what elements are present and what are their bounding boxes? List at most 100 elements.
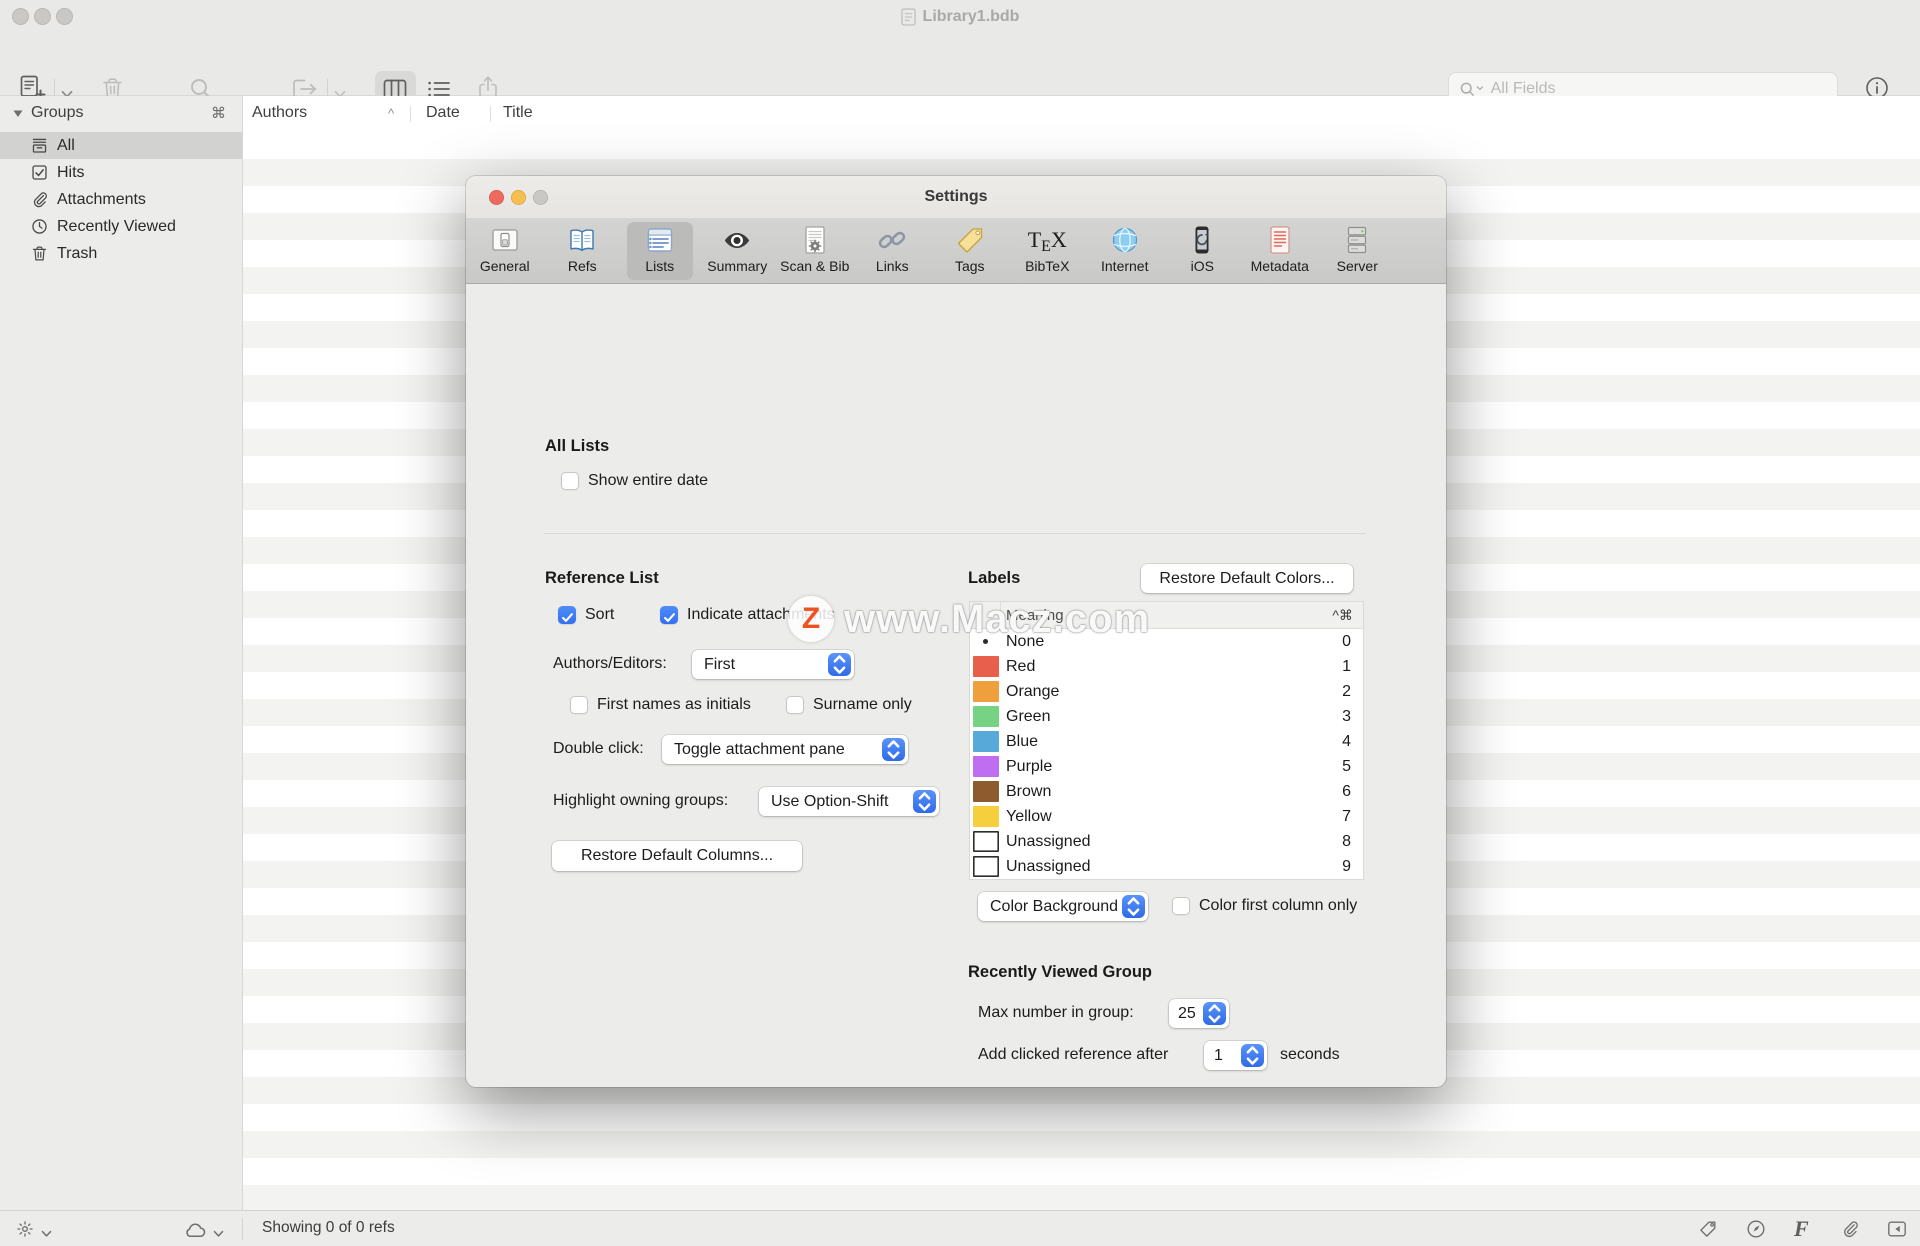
first-names-initials-checkbox[interactable]: [570, 696, 588, 714]
tab-summary[interactable]: Summary: [699, 218, 777, 284]
label-value: 5: [1342, 758, 1351, 776]
label-row-purple-5[interactable]: Purple5: [970, 754, 1363, 779]
double-click-value: Toggle attachment pane: [674, 741, 845, 759]
tab-internet[interactable]: Internet: [1086, 218, 1164, 284]
color-mode-dropdown[interactable]: Color Background: [978, 892, 1148, 921]
tab-ios[interactable]: iOS: [1164, 218, 1242, 284]
max-number-dropdown[interactable]: 25: [1169, 999, 1229, 1028]
tab-metadata[interactable]: Metadata: [1241, 218, 1319, 284]
add-clicked-dropdown[interactable]: 1: [1204, 1041, 1267, 1070]
label-row-unassigned-8[interactable]: Unassigned8: [970, 829, 1363, 854]
action-gear-icon[interactable]: [16, 1220, 34, 1238]
label-row-unassigned-9[interactable]: Unassigned9: [970, 854, 1363, 879]
stepper-icon: [828, 653, 851, 676]
sidebar-item-label: Trash: [57, 245, 97, 263]
label-value: 7: [1342, 808, 1351, 826]
label-row-green-3[interactable]: Green3: [970, 704, 1363, 729]
meaning-column-header[interactable]: Meaning: [1006, 607, 1064, 624]
label-row-orange-2[interactable]: Orange2: [970, 679, 1363, 704]
restore-default-colors-button[interactable]: Restore Default Colors...: [1141, 564, 1353, 593]
sidebar-item-attachments[interactable]: Attachments: [0, 186, 242, 213]
color-first-column-checkbox[interactable]: [1172, 897, 1190, 915]
tab-label: Metadata: [1251, 258, 1309, 274]
show-entire-date-row: Show entire date: [561, 472, 708, 490]
lists-icon: [644, 224, 676, 256]
label-value: 8: [1342, 833, 1351, 851]
labels-table-header[interactable]: Meaning ^⌘: [970, 602, 1363, 629]
sidebar-item-all[interactable]: All: [0, 132, 242, 159]
label-row-blue-4[interactable]: Blue4: [970, 729, 1363, 754]
tab-label: BibTeX: [1025, 258, 1069, 274]
sort-checkbox[interactable]: [558, 606, 576, 624]
section-divider: [544, 533, 1366, 534]
label-row-brown-6[interactable]: Brown6: [970, 779, 1363, 804]
links-icon: [876, 224, 908, 256]
copy-citation-chevron-down-icon[interactable]: [334, 86, 346, 95]
color-first-column-row: Color first column only: [1172, 897, 1357, 915]
cloud-icon[interactable]: [183, 1220, 208, 1238]
settings-titlebar: Settings: [466, 176, 1446, 218]
tab-general[interactable]: General: [466, 218, 544, 284]
tab-tags[interactable]: Tags: [931, 218, 1009, 284]
toggle-side-panel-icon[interactable]: [1886, 1219, 1908, 1239]
label-name: Brown: [1006, 783, 1051, 801]
tab-server[interactable]: Server: [1319, 218, 1397, 284]
highlight-owning-groups-dropdown[interactable]: Use Option-Shift: [759, 787, 939, 816]
sidebar-item-hits[interactable]: Hits: [0, 159, 242, 186]
color-swatch: [973, 681, 999, 702]
sidebar-item-label: Hits: [57, 164, 85, 182]
dialog-zoom-button[interactable]: [533, 190, 548, 205]
label-value: 4: [1342, 733, 1351, 751]
tab-scan-bib[interactable]: Scan & Bib: [776, 218, 854, 284]
attachment-paperclip-icon[interactable]: [1840, 1219, 1860, 1239]
tab-refs[interactable]: Refs: [544, 218, 622, 284]
dialog-close-button[interactable]: [489, 190, 504, 205]
label-row-none-0[interactable]: None0: [970, 629, 1363, 654]
show-entire-date-checkbox[interactable]: [561, 472, 579, 490]
tab-links[interactable]: Links: [854, 218, 932, 284]
indicate-attachments-checkbox[interactable]: [660, 606, 678, 624]
paperclip-icon: [30, 190, 49, 209]
sidebar-item-trash[interactable]: Trash: [0, 240, 242, 267]
gear-chevron-down-icon[interactable]: [41, 1225, 52, 1233]
dialog-minimize-button[interactable]: [511, 190, 526, 205]
max-number-value: 25: [1178, 1005, 1196, 1023]
surname-only-checkbox[interactable]: [786, 696, 804, 714]
status-bar: Showing 0 of 0 refs F: [0, 1210, 1920, 1246]
color-swatch: [973, 731, 999, 752]
shortcut-column-header[interactable]: ^⌘: [1332, 607, 1353, 624]
column-divider[interactable]: [410, 106, 411, 122]
tag-icon[interactable]: [1698, 1219, 1718, 1239]
label-row-red-1[interactable]: Red1: [970, 654, 1363, 679]
tab-label: Summary: [707, 258, 767, 274]
tab-bibtex[interactable]: TEXBibTeX: [1009, 218, 1087, 284]
none-dot-swatch: [973, 631, 999, 652]
sidebar-item-label: Recently Viewed: [57, 218, 176, 236]
settings-dialog: Settings GeneralRefsLists Summary Scan & B…: [466, 176, 1446, 1087]
authors-editors-dropdown[interactable]: First: [692, 650, 854, 679]
labels-heading: Labels: [968, 569, 1020, 588]
restore-default-columns-button[interactable]: Restore Default Columns...: [552, 841, 802, 871]
label-name: Red: [1006, 658, 1035, 676]
tab-label: iOS: [1191, 258, 1214, 274]
disclosure-triangle-icon[interactable]: [13, 109, 23, 118]
tab-lists[interactable]: Lists: [621, 218, 699, 284]
column-header-title[interactable]: Title: [503, 104, 533, 122]
fonts-icon[interactable]: F: [1794, 1218, 1814, 1240]
column-header-date[interactable]: Date: [426, 104, 460, 122]
authors-editors-value: First: [704, 656, 735, 674]
compass-icon[interactable]: [1746, 1219, 1766, 1239]
table-column-divider: [1000, 602, 1001, 628]
cloud-chevron-down-icon[interactable]: [213, 1225, 224, 1233]
column-header-authors[interactable]: Authors: [252, 104, 307, 122]
sidebar-item-recently-viewed[interactable]: Recently Viewed: [0, 213, 242, 240]
scanbib-icon: [799, 224, 831, 256]
clock-icon: [30, 217, 49, 236]
label-row-yellow-7[interactable]: Yellow7: [970, 804, 1363, 829]
double-click-dropdown[interactable]: Toggle attachment pane: [662, 735, 908, 764]
seconds-suffix: seconds: [1280, 1046, 1340, 1064]
add-chevron-down-icon[interactable]: [61, 86, 73, 95]
toolbar: Add Delete Online Search Copy Citation V…: [0, 34, 1920, 96]
summary-icon: [721, 224, 753, 256]
column-divider[interactable]: [490, 106, 491, 122]
